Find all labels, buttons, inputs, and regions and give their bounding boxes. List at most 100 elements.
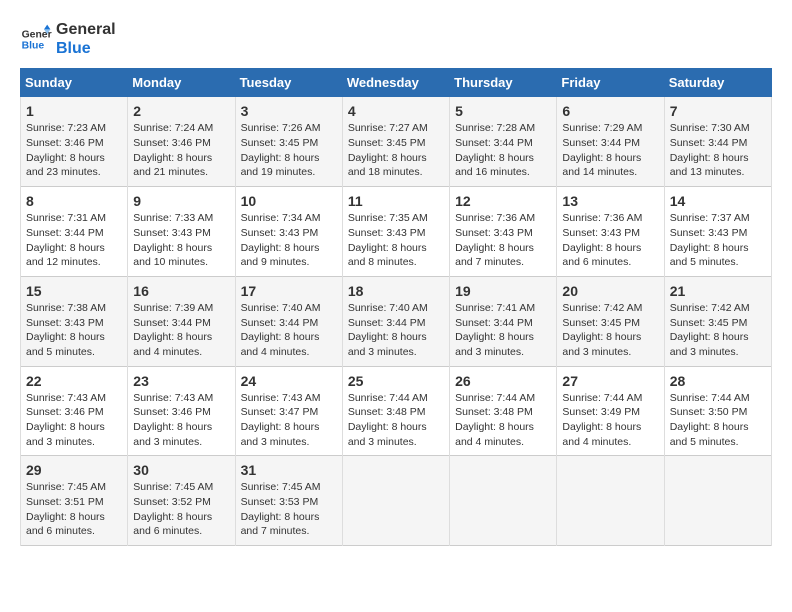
calendar-cell-3: 3 Sunrise: 7:26 AM Sunset: 3:45 PM Dayli… xyxy=(235,97,342,187)
day-number: 20 xyxy=(562,283,658,299)
day-number: 6 xyxy=(562,103,658,119)
day-number: 29 xyxy=(26,462,122,478)
calendar-cell-31: 31 Sunrise: 7:45 AM Sunset: 3:53 PM Dayl… xyxy=(235,456,342,546)
calendar-cell-17: 17 Sunrise: 7:40 AM Sunset: 3:44 PM Dayl… xyxy=(235,276,342,366)
day-number: 14 xyxy=(670,193,766,209)
day-number: 16 xyxy=(133,283,229,299)
cell-content: Sunrise: 7:44 AM Sunset: 3:48 PM Dayligh… xyxy=(455,391,551,450)
calendar-cell-20: 20 Sunrise: 7:42 AM Sunset: 3:45 PM Dayl… xyxy=(557,276,664,366)
page-header: General Blue General Blue xyxy=(20,20,772,58)
cell-content: Sunrise: 7:39 AM Sunset: 3:44 PM Dayligh… xyxy=(133,301,229,360)
cell-content: Sunrise: 7:41 AM Sunset: 3:44 PM Dayligh… xyxy=(455,301,551,360)
calendar-cell-2: 2 Sunrise: 7:24 AM Sunset: 3:46 PM Dayli… xyxy=(128,97,235,187)
day-number: 21 xyxy=(670,283,766,299)
calendar-cell-21: 21 Sunrise: 7:42 AM Sunset: 3:45 PM Dayl… xyxy=(664,276,771,366)
calendar-cell-14: 14 Sunrise: 7:37 AM Sunset: 3:43 PM Dayl… xyxy=(664,187,771,277)
cell-content: Sunrise: 7:44 AM Sunset: 3:50 PM Dayligh… xyxy=(670,391,766,450)
col-friday: Friday xyxy=(557,69,664,97)
cell-content: Sunrise: 7:35 AM Sunset: 3:43 PM Dayligh… xyxy=(348,211,444,270)
cell-content: Sunrise: 7:43 AM Sunset: 3:47 PM Dayligh… xyxy=(241,391,337,450)
col-wednesday: Wednesday xyxy=(342,69,449,97)
calendar-week-3: 15 Sunrise: 7:38 AM Sunset: 3:43 PM Dayl… xyxy=(21,276,772,366)
cell-content: Sunrise: 7:38 AM Sunset: 3:43 PM Dayligh… xyxy=(26,301,122,360)
calendar-cell-15: 15 Sunrise: 7:38 AM Sunset: 3:43 PM Dayl… xyxy=(21,276,128,366)
day-number: 15 xyxy=(26,283,122,299)
cell-content: Sunrise: 7:30 AM Sunset: 3:44 PM Dayligh… xyxy=(670,121,766,180)
col-saturday: Saturday xyxy=(664,69,771,97)
day-number: 24 xyxy=(241,373,337,389)
cell-content: Sunrise: 7:44 AM Sunset: 3:49 PM Dayligh… xyxy=(562,391,658,450)
calendar-cell-28: 28 Sunrise: 7:44 AM Sunset: 3:50 PM Dayl… xyxy=(664,366,771,456)
cell-content: Sunrise: 7:23 AM Sunset: 3:46 PM Dayligh… xyxy=(26,121,122,180)
cell-content: Sunrise: 7:43 AM Sunset: 3:46 PM Dayligh… xyxy=(133,391,229,450)
calendar-cell-26: 26 Sunrise: 7:44 AM Sunset: 3:48 PM Dayl… xyxy=(450,366,557,456)
calendar-cell-30: 30 Sunrise: 7:45 AM Sunset: 3:52 PM Dayl… xyxy=(128,456,235,546)
calendar-cell-24: 24 Sunrise: 7:43 AM Sunset: 3:47 PM Dayl… xyxy=(235,366,342,456)
empty-cell xyxy=(557,456,664,546)
empty-cell xyxy=(664,456,771,546)
empty-cell xyxy=(342,456,449,546)
calendar-table: Sunday Monday Tuesday Wednesday Thursday… xyxy=(20,68,772,546)
cell-content: Sunrise: 7:40 AM Sunset: 3:44 PM Dayligh… xyxy=(348,301,444,360)
cell-content: Sunrise: 7:34 AM Sunset: 3:43 PM Dayligh… xyxy=(241,211,337,270)
day-number: 22 xyxy=(26,373,122,389)
col-sunday: Sunday xyxy=(21,69,128,97)
day-number: 3 xyxy=(241,103,337,119)
cell-content: Sunrise: 7:45 AM Sunset: 3:51 PM Dayligh… xyxy=(26,480,122,539)
logo-icon: General Blue xyxy=(20,23,52,55)
calendar-body: 1 Sunrise: 7:23 AM Sunset: 3:46 PM Dayli… xyxy=(21,97,772,546)
empty-cell xyxy=(450,456,557,546)
calendar-cell-13: 13 Sunrise: 7:36 AM Sunset: 3:43 PM Dayl… xyxy=(557,187,664,277)
cell-content: Sunrise: 7:33 AM Sunset: 3:43 PM Dayligh… xyxy=(133,211,229,270)
calendar-header-row: Sunday Monday Tuesday Wednesday Thursday… xyxy=(21,69,772,97)
cell-content: Sunrise: 7:42 AM Sunset: 3:45 PM Dayligh… xyxy=(670,301,766,360)
calendar-cell-29: 29 Sunrise: 7:45 AM Sunset: 3:51 PM Dayl… xyxy=(21,456,128,546)
day-number: 25 xyxy=(348,373,444,389)
cell-content: Sunrise: 7:43 AM Sunset: 3:46 PM Dayligh… xyxy=(26,391,122,450)
day-number: 11 xyxy=(348,193,444,209)
day-number: 7 xyxy=(670,103,766,119)
calendar-cell-27: 27 Sunrise: 7:44 AM Sunset: 3:49 PM Dayl… xyxy=(557,366,664,456)
day-number: 26 xyxy=(455,373,551,389)
cell-content: Sunrise: 7:44 AM Sunset: 3:48 PM Dayligh… xyxy=(348,391,444,450)
day-number: 1 xyxy=(26,103,122,119)
cell-content: Sunrise: 7:36 AM Sunset: 3:43 PM Dayligh… xyxy=(455,211,551,270)
day-number: 2 xyxy=(133,103,229,119)
logo: General Blue General Blue xyxy=(20,20,116,58)
cell-content: Sunrise: 7:27 AM Sunset: 3:45 PM Dayligh… xyxy=(348,121,444,180)
calendar-week-4: 22 Sunrise: 7:43 AM Sunset: 3:46 PM Dayl… xyxy=(21,366,772,456)
calendar-cell-22: 22 Sunrise: 7:43 AM Sunset: 3:46 PM Dayl… xyxy=(21,366,128,456)
day-number: 18 xyxy=(348,283,444,299)
calendar-cell-12: 12 Sunrise: 7:36 AM Sunset: 3:43 PM Dayl… xyxy=(450,187,557,277)
cell-content: Sunrise: 7:29 AM Sunset: 3:44 PM Dayligh… xyxy=(562,121,658,180)
day-number: 27 xyxy=(562,373,658,389)
cell-content: Sunrise: 7:28 AM Sunset: 3:44 PM Dayligh… xyxy=(455,121,551,180)
calendar-cell-5: 5 Sunrise: 7:28 AM Sunset: 3:44 PM Dayli… xyxy=(450,97,557,187)
day-number: 9 xyxy=(133,193,229,209)
calendar-cell-8: 8 Sunrise: 7:31 AM Sunset: 3:44 PM Dayli… xyxy=(21,187,128,277)
col-thursday: Thursday xyxy=(450,69,557,97)
calendar-cell-9: 9 Sunrise: 7:33 AM Sunset: 3:43 PM Dayli… xyxy=(128,187,235,277)
calendar-cell-4: 4 Sunrise: 7:27 AM Sunset: 3:45 PM Dayli… xyxy=(342,97,449,187)
calendar-cell-16: 16 Sunrise: 7:39 AM Sunset: 3:44 PM Dayl… xyxy=(128,276,235,366)
calendar-cell-25: 25 Sunrise: 7:44 AM Sunset: 3:48 PM Dayl… xyxy=(342,366,449,456)
svg-text:Blue: Blue xyxy=(22,41,45,52)
cell-content: Sunrise: 7:45 AM Sunset: 3:52 PM Dayligh… xyxy=(133,480,229,539)
day-number: 23 xyxy=(133,373,229,389)
calendar-cell-7: 7 Sunrise: 7:30 AM Sunset: 3:44 PM Dayli… xyxy=(664,97,771,187)
calendar-cell-1: 1 Sunrise: 7:23 AM Sunset: 3:46 PM Dayli… xyxy=(21,97,128,187)
logo-blue: Blue xyxy=(56,39,116,58)
day-number: 4 xyxy=(348,103,444,119)
cell-content: Sunrise: 7:37 AM Sunset: 3:43 PM Dayligh… xyxy=(670,211,766,270)
cell-content: Sunrise: 7:45 AM Sunset: 3:53 PM Dayligh… xyxy=(241,480,337,539)
calendar-week-1: 1 Sunrise: 7:23 AM Sunset: 3:46 PM Dayli… xyxy=(21,97,772,187)
cell-content: Sunrise: 7:26 AM Sunset: 3:45 PM Dayligh… xyxy=(241,121,337,180)
day-number: 13 xyxy=(562,193,658,209)
day-number: 17 xyxy=(241,283,337,299)
cell-content: Sunrise: 7:24 AM Sunset: 3:46 PM Dayligh… xyxy=(133,121,229,180)
calendar-cell-11: 11 Sunrise: 7:35 AM Sunset: 3:43 PM Dayl… xyxy=(342,187,449,277)
calendar-cell-19: 19 Sunrise: 7:41 AM Sunset: 3:44 PM Dayl… xyxy=(450,276,557,366)
day-number: 10 xyxy=(241,193,337,209)
day-number: 5 xyxy=(455,103,551,119)
cell-content: Sunrise: 7:36 AM Sunset: 3:43 PM Dayligh… xyxy=(562,211,658,270)
